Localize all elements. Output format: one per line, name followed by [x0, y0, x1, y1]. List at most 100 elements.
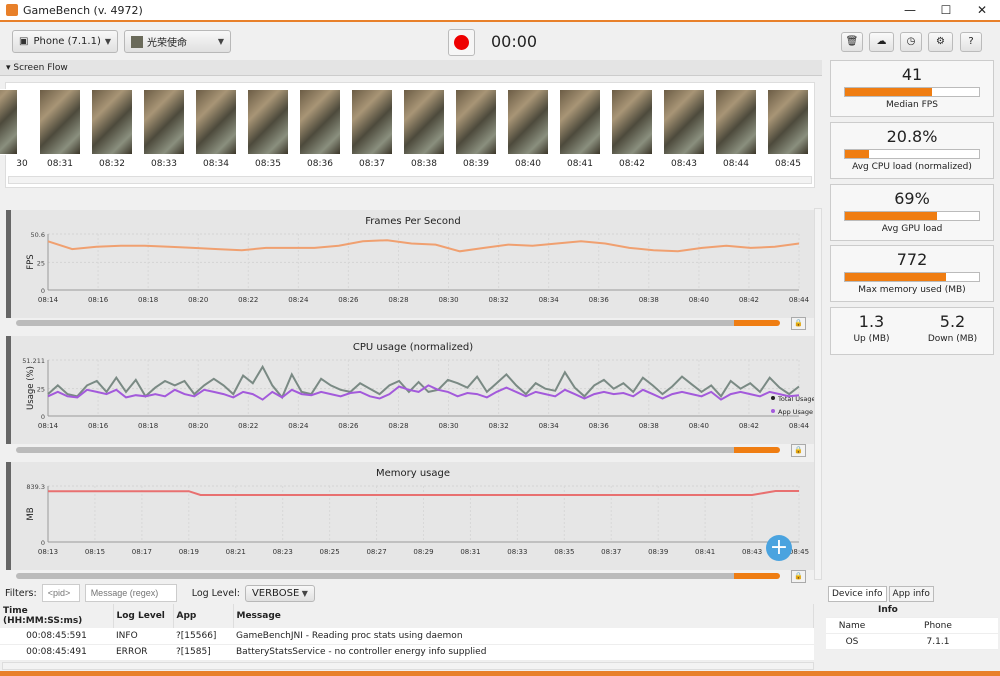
tab-app-info[interactable]: App info	[888, 586, 934, 602]
log-app: ?[15566]	[173, 628, 233, 645]
table-row[interactable]: 00:08:45:491 ERROR ?[1585] BatteryStatsServ…	[0, 644, 814, 661]
x-tick-label: 08:44	[789, 296, 810, 304]
progress-fill	[845, 88, 933, 96]
x-tick-label: 08:43	[742, 548, 762, 556]
x-tick-label: 08:16	[88, 296, 109, 304]
x-tick-label: 08:40	[689, 296, 709, 304]
x-tick-label: 08:36	[589, 296, 610, 304]
y-tick-label: 25	[37, 259, 45, 267]
lock-icon[interactable]: 🔒	[791, 317, 806, 330]
column-header[interactable]: Message	[233, 604, 814, 628]
progress-fill	[845, 212, 938, 220]
close-button[interactable]: ✕	[964, 0, 1000, 20]
lock-icon[interactable]: 🔒	[791, 444, 806, 457]
screenshot-thumbnail[interactable]	[715, 89, 757, 155]
pid-filter-input[interactable]	[41, 584, 80, 602]
column-header[interactable]: Time (HH:MM:SS:ms)	[0, 604, 114, 628]
filters-label: Filters:	[5, 587, 37, 599]
screen-flow-scrollbar[interactable]	[8, 176, 812, 184]
app-select[interactable]: 光荣使命 ▼	[124, 30, 231, 53]
screenshot-thumbnail[interactable]	[611, 89, 653, 155]
screenshot-thumbnail[interactable]	[247, 89, 289, 155]
screenshot-thumbnail[interactable]	[507, 89, 549, 155]
minimize-button[interactable]: —	[892, 0, 928, 20]
screen-flow-header[interactable]: ▾ Screen Flow	[0, 60, 822, 76]
stat-value: 20.8%	[886, 127, 938, 146]
screenshot-thumbnail[interactable]	[39, 89, 81, 155]
screenshot-thumbnail[interactable]	[299, 89, 341, 155]
app-label: 光荣使命	[147, 38, 187, 49]
memory-range-slider[interactable]	[16, 573, 780, 579]
column-header[interactable]: Log Level	[113, 604, 174, 628]
log-level-value: VERBOSE	[251, 587, 300, 599]
screenshot-time: 08:42	[619, 159, 645, 169]
message-filter-input[interactable]	[84, 584, 177, 602]
log-time: 00:08:45:491	[0, 644, 113, 661]
x-tick-label: 08:30	[438, 422, 458, 430]
x-tick-label: 08:40	[689, 422, 709, 430]
fps-range-slider[interactable]	[16, 320, 780, 326]
add-marker-button[interactable]: +	[766, 535, 792, 561]
x-tick-label: 08:20	[188, 422, 208, 430]
info-key: Name	[838, 620, 866, 631]
log-scrollbar[interactable]	[2, 662, 814, 670]
screenshot-time: 08:33	[151, 159, 177, 169]
table-row[interactable]: 00:08:45:591 INFO ?[15566] GameBenchJNI - R…	[0, 628, 814, 645]
x-tick-label: 08:26	[338, 422, 359, 430]
screenshot-time: 08:31	[47, 159, 73, 169]
app-icon	[131, 35, 143, 48]
x-tick-label: 08:24	[288, 296, 309, 304]
median-fps-card: 41 Median FPS	[830, 60, 994, 117]
log-app: ?[1585]	[173, 644, 233, 661]
column-header[interactable]: App	[173, 604, 234, 628]
log-table: Time (HH:MM:SS:ms) Log Level App Message 00…	[0, 604, 814, 661]
memory-card: 772 Max memory used (MB)	[830, 245, 994, 302]
cpu-load-card: 20.8% Avg CPU load (normalized)	[830, 122, 994, 179]
log-time: 00:08:45:591	[0, 628, 113, 645]
help-button[interactable]: ?	[960, 32, 982, 52]
stat-value: 41	[901, 65, 923, 84]
left-panel: ▾ Screen Flow 30 08:31 08:32 08:33 08:34 08:3…	[0, 60, 824, 583]
screenshot-thumbnail[interactable]	[0, 89, 18, 155]
x-tick-label: 08:33	[507, 548, 527, 556]
delete-button[interactable]: 🗑	[841, 32, 863, 52]
x-tick-label: 08:30	[438, 296, 458, 304]
window-title: GameBench (v. 4972)	[23, 3, 143, 17]
screenshot-thumbnail[interactable]	[767, 89, 809, 155]
charts-scrollbar[interactable]	[814, 208, 822, 580]
screenshot-thumbnail[interactable]	[403, 89, 445, 155]
screenshot-thumbnail[interactable]	[143, 89, 185, 155]
legend-marker	[771, 409, 775, 413]
log-level: INFO	[113, 628, 173, 645]
upload-value: 1.3	[858, 312, 885, 331]
x-tick-label: 08:32	[489, 296, 509, 304]
status-bar	[0, 671, 1000, 676]
screenshot-time: 08:35	[255, 159, 281, 169]
x-tick-label: 08:29	[413, 548, 433, 556]
legend-marker	[771, 396, 775, 400]
x-tick-label: 08:37	[601, 548, 621, 556]
screenshot-thumbnail[interactable]	[559, 89, 601, 155]
settings-button[interactable]: ⚙	[928, 32, 953, 52]
info-key: OS	[845, 636, 859, 647]
screenshot-thumbnail[interactable]	[455, 89, 497, 155]
screenshot-time: 08:45	[775, 159, 801, 169]
log-level-select[interactable]: VERBOSE ▼	[244, 584, 315, 602]
x-tick-label: 08:14	[38, 296, 59, 304]
history-button[interactable]: ◷	[900, 32, 922, 52]
x-tick-label: 08:18	[138, 422, 158, 430]
maximize-button[interactable]: ☐	[928, 0, 964, 20]
device-select[interactable]: ▣ Phone (7.1.1) ▼	[12, 30, 118, 53]
tab-device-info[interactable]: Device info	[828, 586, 887, 602]
x-tick-label: 08:34	[539, 296, 560, 304]
app-logo-icon	[6, 4, 18, 16]
record-button[interactable]	[448, 29, 475, 56]
upload-button[interactable]: ☁	[869, 32, 894, 52]
screenshot-thumbnail[interactable]	[195, 89, 237, 155]
cpu-range-slider[interactable]	[16, 447, 780, 453]
screenshot-thumbnail[interactable]	[351, 89, 393, 155]
x-tick-label: 08:38	[639, 422, 659, 430]
x-tick-label: 08:34	[539, 422, 560, 430]
screenshot-thumbnail[interactable]	[663, 89, 705, 155]
screenshot-thumbnail[interactable]	[91, 89, 133, 155]
